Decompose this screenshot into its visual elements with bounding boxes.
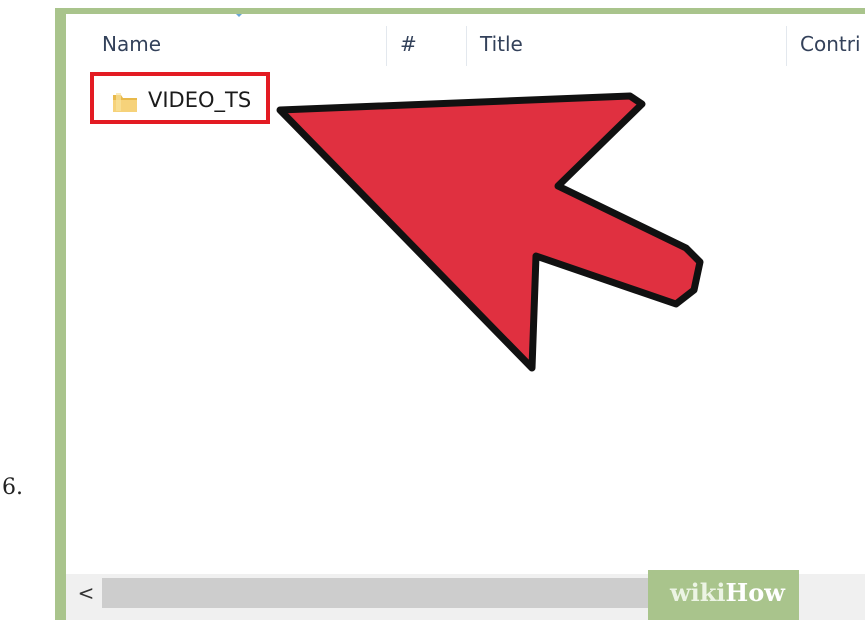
annotation-arrow-icon [276,92,704,372]
arrow-shape [276,92,704,372]
